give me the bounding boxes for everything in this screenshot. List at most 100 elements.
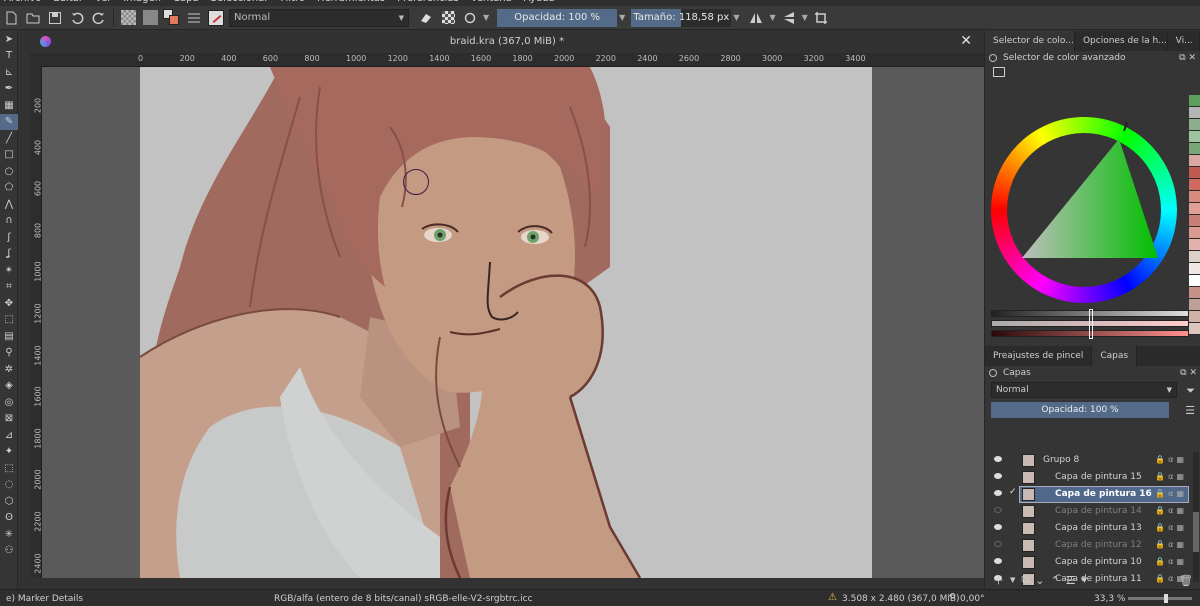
chevron-down-icon[interactable]: ▼ [802, 13, 808, 22]
status-zoom[interactable]: 33,3 % [1094, 594, 1125, 604]
history-swatch[interactable] [1189, 239, 1200, 251]
history-swatch[interactable] [1189, 287, 1200, 299]
layer-lock-alpha-icons[interactable]: 🔒α▦ [1155, 557, 1187, 566]
layer-lock-alpha-icons[interactable]: 🔒α▦ [1155, 489, 1187, 498]
pin-icon[interactable] [989, 54, 997, 62]
settings-icon[interactable] [993, 67, 1005, 77]
chevron-down-icon[interactable]: ▼ [1082, 576, 1087, 584]
zoom-slider-knob[interactable] [1164, 594, 1169, 603]
history-swatch[interactable] [1189, 203, 1200, 215]
freehand-selection-icon[interactable]: ʘ [0, 510, 18, 527]
visibility-eye-icon[interactable] [994, 473, 1002, 479]
rectangle-tool-icon[interactable]: □ [0, 147, 18, 164]
fill-gradient-icon[interactable]: ▤ [0, 328, 18, 345]
status-rotation[interactable]: 0,00° [960, 594, 985, 604]
elliptical-selection-icon[interactable]: ◌ [0, 477, 18, 494]
layer-lock-alpha-icons[interactable]: 🔒α▦ [1155, 506, 1187, 515]
mirror-horizontal-icon[interactable] [747, 9, 765, 27]
layer-row[interactable]: ✓ Capa de pintura 16 🔒α▦ [985, 486, 1191, 503]
status-brush-name[interactable]: e) Marker Details [6, 594, 83, 604]
float-close-icon[interactable]: ⧉ ✕ [1180, 366, 1197, 380]
brush-settings-icon[interactable] [185, 9, 203, 27]
layer-row[interactable]: Capa de pintura 14 🔒α▦ [985, 503, 1191, 520]
tab-color-selector[interactable]: Selector de colo... [985, 31, 1075, 51]
layer-row[interactable]: Capa de pintura 13 🔒α▦ [985, 520, 1191, 537]
tab-layers[interactable]: Capas [1092, 346, 1138, 366]
pin-icon[interactable] [989, 369, 997, 377]
layer-lock-alpha-icons[interactable]: 🔒α▦ [1155, 472, 1187, 481]
transform-tool-icon[interactable]: ⬚ [0, 312, 18, 329]
layer-blend-mode-select[interactable]: Normal ▼ [991, 382, 1177, 398]
freehand-path-icon[interactable]: ʃ [0, 229, 18, 246]
magic-wand-icon[interactable]: ✳ [0, 526, 18, 543]
history-swatch[interactable] [1189, 311, 1200, 323]
chevron-down-icon[interactable]: ▼ [619, 13, 625, 22]
filter-icon[interactable]: ⏷ [1186, 384, 1195, 398]
zoom-slider[interactable] [1128, 594, 1192, 603]
layer-lock-alpha-icons[interactable]: 🔒α▦ [1155, 523, 1187, 532]
visibility-eye-icon[interactable] [994, 507, 1002, 513]
chevron-down-icon[interactable]: ▼ [1010, 576, 1015, 584]
bezier-tool-icon[interactable]: ∩ [0, 213, 18, 230]
layer-lock-alpha-icons[interactable]: 🔒α▦ [1155, 455, 1187, 464]
save-icon[interactable] [46, 9, 64, 27]
color-swap-icon[interactable] [163, 8, 181, 27]
layer-menu-icon[interactable]: ☰ [1185, 404, 1195, 417]
history-swatch[interactable] [1189, 167, 1200, 179]
wrap-around-icon[interactable] [812, 9, 830, 27]
hue-wheel[interactable] [991, 117, 1177, 303]
brush-size-slider[interactable]: Tamaño: 118,58 px [631, 8, 732, 27]
dynamic-brush-icon[interactable]: ʆ [0, 246, 18, 263]
vertical-ruler[interactable]: 200 400 600 800 1000 1200 1400 1600 1800 2000 2200… [30, 67, 42, 578]
new-document-icon[interactable] [2, 9, 20, 27]
history-swatch[interactable] [1189, 227, 1200, 239]
document-title[interactable]: braid.kra (367,0 MiB) * [30, 36, 984, 47]
ellipse-tool-icon[interactable]: ○ [0, 163, 18, 180]
freehand-brush-icon[interactable]: ✎ [0, 113, 18, 130]
pattern-icon[interactable] [119, 9, 137, 27]
move-tool-icon[interactable]: ✥ [0, 295, 18, 312]
brush-preset-icon[interactable] [207, 9, 225, 27]
rectangular-selection-icon[interactable]: ⬚ [0, 460, 18, 477]
chevron-down-icon[interactable]: ▼ [769, 13, 775, 22]
visibility-eye-icon[interactable] [994, 524, 1002, 530]
reference-images-icon[interactable]: ✦ [0, 444, 18, 461]
layer-lock-alpha-icons[interactable]: 🔒α▦ [1155, 540, 1187, 549]
blend-mode-select[interactable]: Normal ▼ [229, 8, 409, 27]
multibrush-icon[interactable]: ✴ [0, 262, 18, 279]
history-swatch[interactable] [1189, 119, 1200, 131]
horizontal-ruler[interactable]: 0 200 400 600 800 1000 1200 1400 1600 1800 2000 220… [42, 53, 984, 67]
history-swatch[interactable] [1189, 251, 1200, 263]
history-swatch[interactable] [1189, 95, 1200, 107]
smart-patch-icon[interactable]: ✲ [0, 361, 18, 378]
history-swatch[interactable] [1189, 191, 1200, 203]
tab-brush-presets[interactable]: Preajustes de pincel [985, 346, 1093, 366]
float-close-icon[interactable]: ⧉ ✕ [1179, 51, 1196, 65]
measure-tool-icon[interactable]: ⊿ [0, 427, 18, 444]
slider-handle[interactable] [1089, 309, 1093, 339]
layer-row[interactable]: Grupo 8 🔒α▦ [985, 452, 1191, 469]
line-tool-icon[interactable]: ╱ [0, 130, 18, 147]
eraser-icon[interactable] [417, 9, 435, 27]
background-color-swatch[interactable] [169, 14, 179, 25]
history-swatch[interactable] [1189, 143, 1200, 155]
tab-tool-options[interactable]: Opciones de la h... [1075, 31, 1168, 51]
tab-view[interactable]: Vi... [1168, 31, 1200, 51]
text-tool-icon[interactable]: T [0, 48, 18, 65]
history-swatch[interactable] [1189, 215, 1200, 227]
color-picker-icon[interactable]: ⚲ [0, 345, 18, 362]
history-swatch[interactable] [1189, 299, 1200, 311]
edit-shapes-icon[interactable]: ⊾ [0, 64, 18, 81]
fill-tool-icon[interactable]: ◈ [0, 378, 18, 395]
undo-icon[interactable] [68, 9, 86, 27]
reload-preset-icon[interactable] [461, 9, 479, 27]
add-layer-icon[interactable]: ＋ [993, 572, 1004, 588]
history-swatch[interactable] [1189, 323, 1200, 335]
drawing-canvas[interactable] [140, 67, 872, 578]
move-layer-down-icon[interactable]: ⌄ [1035, 574, 1044, 587]
calligraphy-icon[interactable]: ✒ [0, 81, 18, 98]
polyline-tool-icon[interactable]: ⋀ [0, 196, 18, 213]
layer-row[interactable]: Capa de pintura 15 🔒α▦ [985, 469, 1191, 486]
history-swatch[interactable] [1189, 131, 1200, 143]
gradient-tool-icon[interactable]: ▦ [0, 97, 18, 114]
